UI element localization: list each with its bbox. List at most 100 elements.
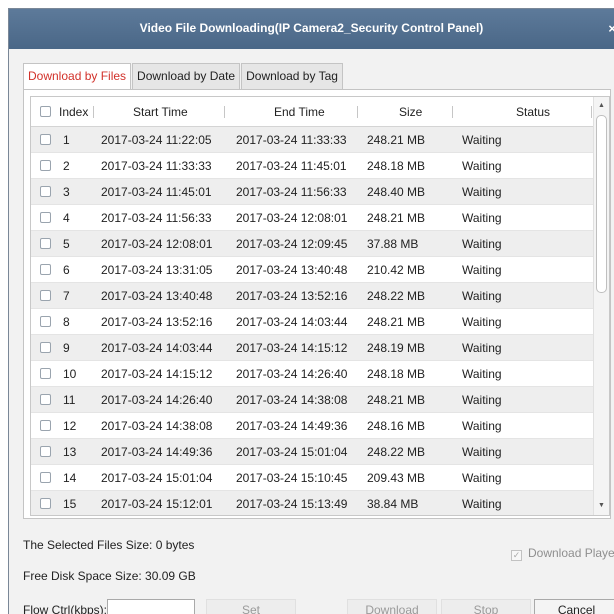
table-row[interactable]: 5 2017-03-24 12:08:01 2017-03-24 12:09:45 3… [31, 231, 609, 257]
size-cell: 248.22 MB [367, 289, 426, 303]
column-divider[interactable] [357, 106, 358, 118]
stop-button[interactable]: Stop [441, 599, 531, 614]
index-cell: 14 [63, 471, 77, 485]
table-row[interactable]: 13 2017-03-24 14:49:36 2017-03-24 15:01:04… [31, 439, 609, 465]
start-time-cell: 2017-03-24 15:01:04 [101, 471, 213, 485]
end-time-cell: 2017-03-24 15:10:45 [236, 471, 348, 485]
scroll-down-arrow-icon[interactable]: ▼ [594, 499, 609, 513]
select-all-checkbox[interactable] [40, 106, 51, 117]
table-row[interactable]: 4 2017-03-24 11:56:33 2017-03-24 12:08:01 2… [31, 205, 609, 231]
status-cell: Waiting [462, 341, 502, 355]
column-divider[interactable] [93, 106, 94, 118]
set-button[interactable]: Set [206, 599, 296, 614]
index-cell: 3 [63, 185, 70, 199]
free-disk-space: Free Disk Space Size: 30.09 GB [23, 569, 196, 583]
row-checkbox[interactable] [40, 264, 51, 275]
size-cell: 209.43 MB [367, 471, 426, 485]
flow-ctrl-input[interactable] [107, 599, 195, 614]
row-checkbox[interactable] [40, 420, 51, 431]
row-checkbox[interactable] [40, 238, 51, 249]
end-time-cell: 2017-03-24 11:45:01 [236, 159, 347, 173]
row-checkbox[interactable] [40, 316, 51, 327]
table-row[interactable]: 12 2017-03-24 14:38:08 2017-03-24 14:49:36… [31, 413, 609, 439]
tab-download-by-date[interactable]: Download by Date [132, 63, 241, 89]
download-player-checkbox[interactable]: ✓ [511, 550, 522, 561]
tab-bar: Download by Files Download by Date Downl… [23, 63, 344, 90]
row-checkbox[interactable] [40, 446, 51, 457]
index-cell: 4 [63, 211, 70, 225]
size-cell: 248.21 MB [367, 315, 426, 329]
column-header-end-time[interactable]: End Time [274, 97, 325, 127]
status-cell: Waiting [462, 393, 502, 407]
row-checkbox[interactable] [40, 472, 51, 483]
row-checkbox[interactable] [40, 290, 51, 301]
tab-download-by-tag[interactable]: Download by Tag [241, 63, 343, 89]
start-time-cell: 2017-03-24 12:08:01 [101, 237, 213, 251]
status-cell: Waiting [462, 211, 502, 225]
scrollbar-thumb[interactable] [596, 115, 607, 293]
table-row[interactable]: 10 2017-03-24 14:15:12 2017-03-24 14:26:40… [31, 361, 609, 387]
cancel-button[interactable]: Cancel [534, 599, 614, 614]
tab-download-by-files[interactable]: Download by Files [23, 63, 132, 90]
row-checkbox[interactable] [40, 368, 51, 379]
status-cell: Waiting [462, 289, 502, 303]
column-header-start-time[interactable]: Start Time [133, 97, 188, 127]
column-header-status[interactable]: Status [516, 97, 550, 127]
download-player-option[interactable]: ✓ Download Player [511, 546, 614, 561]
size-cell: 248.16 MB [367, 419, 426, 433]
end-time-cell: 2017-03-24 13:40:48 [236, 263, 348, 277]
table-row[interactable]: 3 2017-03-24 11:45:01 2017-03-24 11:56:33 2… [31, 179, 609, 205]
row-checkbox[interactable] [40, 394, 51, 405]
table-row[interactable]: 1 2017-03-24 11:22:05 2017-03-24 11:33:33 2… [31, 127, 609, 153]
column-header-index[interactable]: Index [59, 97, 88, 127]
status-cell: Waiting [462, 133, 502, 147]
start-time-cell: 2017-03-24 14:49:36 [101, 445, 213, 459]
table-row[interactable]: 7 2017-03-24 13:40:48 2017-03-24 13:52:16 2… [31, 283, 609, 309]
row-checkbox[interactable] [40, 498, 51, 509]
title-bar[interactable]: Video File Downloading(IP Camera2_Securi… [9, 9, 614, 49]
size-cell: 37.88 MB [367, 237, 419, 251]
row-checkbox[interactable] [40, 212, 51, 223]
column-divider[interactable] [452, 106, 453, 118]
row-checkbox[interactable] [40, 160, 51, 171]
index-cell: 13 [63, 445, 77, 459]
table-row[interactable]: 14 2017-03-24 15:01:04 2017-03-24 15:10:45… [31, 465, 609, 491]
index-cell: 6 [63, 263, 70, 277]
end-time-cell: 2017-03-24 14:38:08 [236, 393, 348, 407]
table-row[interactable]: 2 2017-03-24 11:33:33 2017-03-24 11:45:01 2… [31, 153, 609, 179]
close-icon[interactable]: × [608, 21, 614, 36]
size-cell: 38.84 MB [367, 497, 419, 511]
index-cell: 15 [63, 497, 77, 511]
start-time-cell: 2017-03-24 13:31:05 [101, 263, 213, 277]
table-row[interactable]: 8 2017-03-24 13:52:16 2017-03-24 14:03:44 2… [31, 309, 609, 335]
vertical-scrollbar[interactable]: ▲ ▼ [593, 97, 609, 515]
start-time-cell: 2017-03-24 11:45:01 [101, 185, 212, 199]
column-header-size[interactable]: Size [399, 97, 422, 127]
window-title: Video File Downloading(IP Camera2_Securi… [139, 21, 484, 35]
start-time-cell: 2017-03-24 14:26:40 [101, 393, 213, 407]
row-checkbox[interactable] [40, 186, 51, 197]
start-time-cell: 2017-03-24 13:52:16 [101, 315, 213, 329]
table-row[interactable]: 9 2017-03-24 14:03:44 2017-03-24 14:15:12 2… [31, 335, 609, 361]
column-divider[interactable] [591, 106, 592, 118]
column-divider[interactable] [224, 106, 225, 118]
table-row[interactable]: 6 2017-03-24 13:31:05 2017-03-24 13:40:48 2… [31, 257, 609, 283]
end-time-cell: 2017-03-24 12:08:01 [236, 211, 348, 225]
table-row[interactable]: 11 2017-03-24 14:26:40 2017-03-24 14:38:08… [31, 387, 609, 413]
download-button[interactable]: Download [347, 599, 437, 614]
row-checkbox[interactable] [40, 342, 51, 353]
end-time-cell: 2017-03-24 11:33:33 [236, 133, 347, 147]
video-download-dialog: Video File Downloading(IP Camera2_Securi… [8, 8, 614, 614]
table-row[interactable]: 15 2017-03-24 15:12:01 2017-03-24 15:13:49… [31, 491, 609, 515]
start-time-cell: 2017-03-24 11:33:33 [101, 159, 212, 173]
scroll-up-arrow-icon[interactable]: ▲ [594, 99, 609, 113]
end-time-cell: 2017-03-24 11:56:33 [236, 185, 347, 199]
size-cell: 248.21 MB [367, 133, 426, 147]
selected-files-size: The Selected Files Size: 0 bytes [23, 538, 195, 552]
row-checkbox[interactable] [40, 134, 51, 145]
start-time-cell: 2017-03-24 11:22:05 [101, 133, 212, 147]
tab-panel: Index Start Time End Time Size Status 12… [23, 89, 611, 519]
end-time-cell: 2017-03-24 12:09:45 [236, 237, 348, 251]
size-cell: 248.18 MB [367, 367, 426, 381]
start-time-cell: 2017-03-24 15:12:01 [101, 497, 213, 511]
